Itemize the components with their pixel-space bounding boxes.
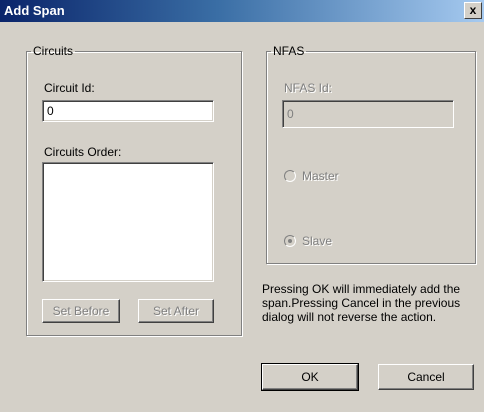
title-bar[interactable]: Add Span x <box>0 0 484 22</box>
window-title: Add Span <box>4 3 65 18</box>
circuit-id-label: Circuit Id: <box>44 81 95 95</box>
slave-radio-circle <box>284 235 296 247</box>
close-icon: x <box>469 3 477 17</box>
cancel-button[interactable]: Cancel <box>378 364 474 390</box>
master-radio-circle <box>284 170 296 182</box>
circuits-legend: Circuits <box>33 44 74 58</box>
master-radio-label: Master <box>302 169 339 183</box>
add-span-dialog: Add Span x Circuits Circuit Id: Circuits… <box>0 0 484 412</box>
set-before-button[interactable]: Set Before <box>42 299 120 323</box>
info-message: Pressing OK will immediately add the spa… <box>262 282 461 324</box>
nfas-id-input[interactable] <box>282 100 454 128</box>
nfas-group: NFAS <box>266 44 476 264</box>
nfas-id-label: NFAS Id: <box>284 81 333 95</box>
close-button[interactable]: x <box>464 2 482 19</box>
slave-radio-selected-dot <box>288 239 292 243</box>
master-radio[interactable]: Master <box>284 169 339 183</box>
circuits-order-list[interactable] <box>42 162 214 282</box>
slave-radio[interactable]: Slave <box>284 234 332 248</box>
circuits-order-label: Circuits Order: <box>44 145 122 159</box>
slave-radio-label: Slave <box>302 234 333 248</box>
ok-button[interactable]: OK <box>261 363 359 391</box>
circuit-id-input[interactable] <box>42 100 214 122</box>
nfas-legend: NFAS <box>273 44 305 58</box>
set-after-button[interactable]: Set After <box>138 299 214 323</box>
